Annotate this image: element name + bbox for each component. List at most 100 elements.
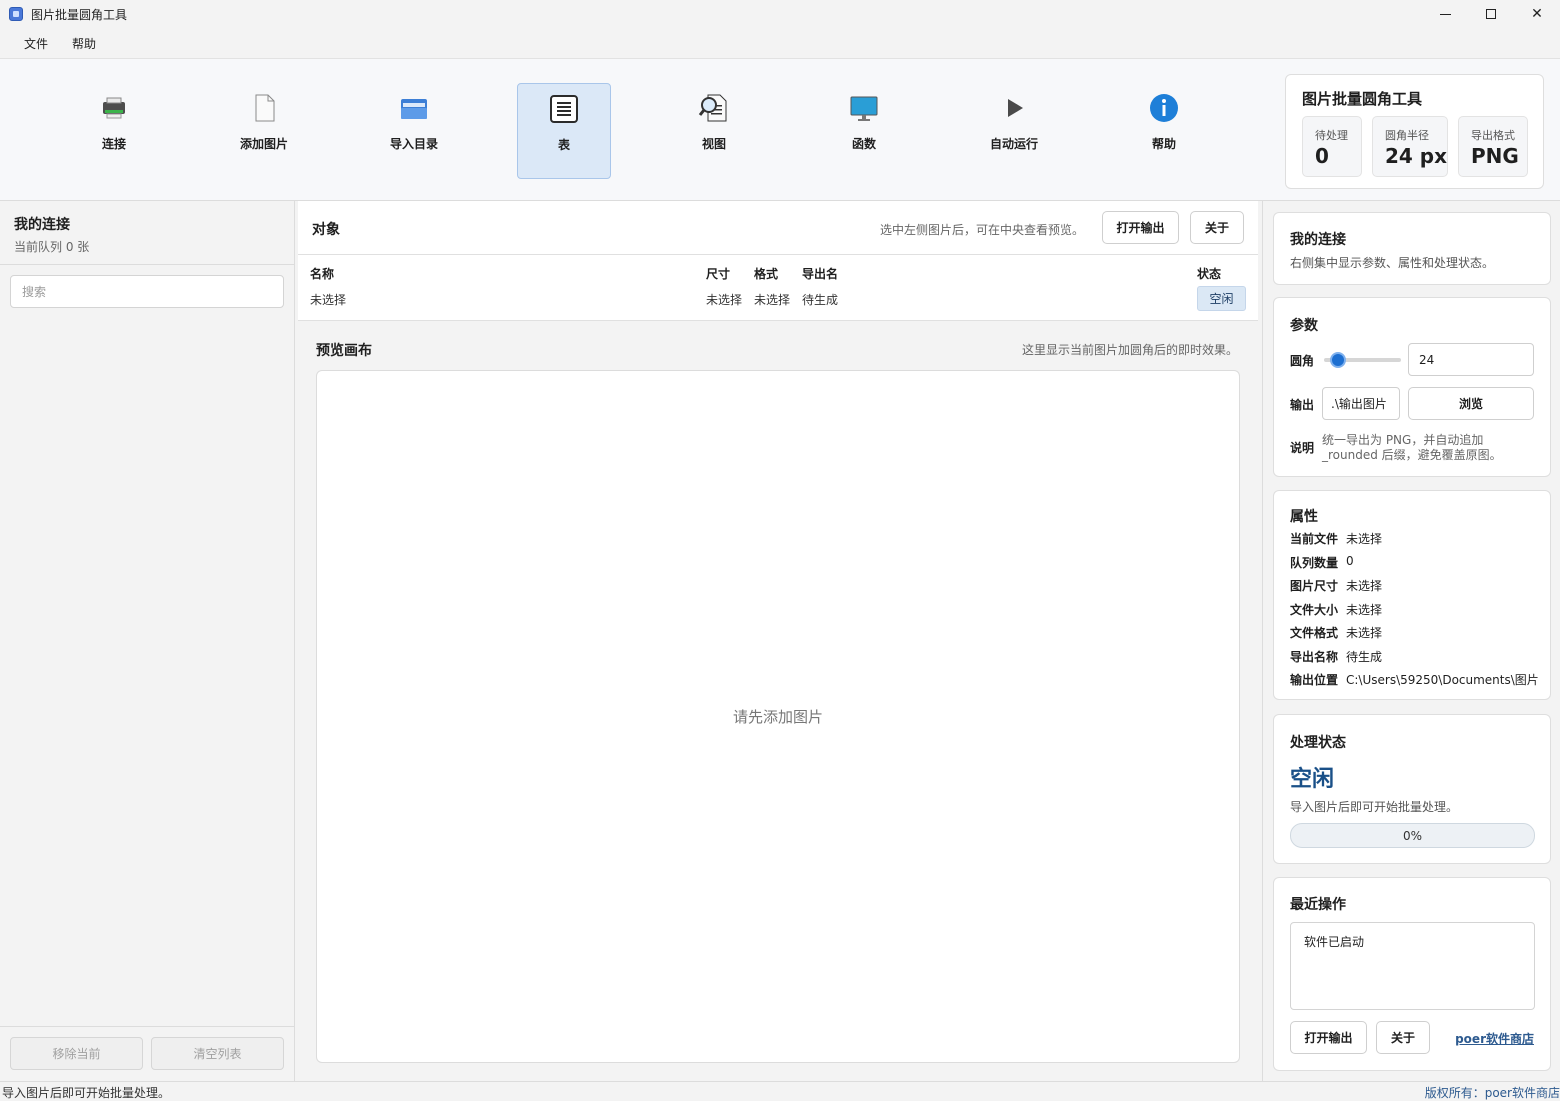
tool-label: 函数 [851,137,876,151]
browse-button[interactable]: 浏览 [1408,387,1534,420]
objects-table: 名称 尺寸 格式 导出名 状态 未选择 未选择 未选择 待生成 空闲 [298,255,1258,321]
menu-file[interactable]: 文件 [12,30,60,58]
tool-label: 自动运行 [989,137,1038,151]
tool-add-image[interactable]: 添加图片 [217,83,311,179]
preview-canvas[interactable]: 请先添加图片 [316,370,1240,1063]
empty-placeholder: 请先添加图片 [732,708,823,726]
column-header-size[interactable]: 尺寸 [706,265,730,282]
divider [0,264,295,265]
stat-label: 圆角半径 [1385,129,1429,142]
column-header-export-name[interactable]: 导出名 [802,265,838,282]
stat-radius: 圆角半径 24 px [1372,116,1448,177]
radius-slider[interactable] [1324,352,1401,368]
minimize-icon [1439,13,1451,15]
stat-value: 24 px [1385,144,1448,168]
column-header-format[interactable]: 格式 [754,265,778,282]
tool-table[interactable]: 表 [517,83,611,179]
window-controls: ✕ [1422,0,1560,28]
prop-key: 输出位置 [1290,673,1339,687]
prop-key: 导出名称 [1290,650,1339,664]
menu-help[interactable]: 帮助 [60,30,108,58]
store-link[interactable]: poer软件商店 [1455,1030,1534,1047]
open-output-button[interactable]: 打开输出 [1102,211,1179,244]
title-bar: 图片批量圆角工具 ✕ [0,0,1560,28]
remove-current-button[interactable]: 移除当前 [10,1037,143,1070]
clear-list-button[interactable]: 清空列表 [151,1037,284,1070]
output-path-input[interactable]: .\输出图片 [1322,387,1400,420]
prop-value: C:\Users\59250\Documents\图片 [1346,673,1539,687]
column-header-name[interactable]: 名称 [310,265,334,282]
tool-label: 导入目录 [389,137,438,151]
cell-name[interactable]: 未选择 [310,291,346,308]
printer-icon [98,92,130,124]
tool-label: 连接 [101,137,126,151]
activity-log[interactable]: 软件已启动 [1290,922,1535,1010]
prop-value: 未选择 [1346,603,1383,617]
process-state: 空闲 [1290,767,1335,792]
progress-text: 0% [1402,828,1423,843]
column-header-status[interactable]: 状态 [1197,265,1221,282]
tool-help[interactable]: 帮助 [1117,83,1211,179]
card-title: 处理状态 [1290,735,1346,751]
minimize-button[interactable] [1422,0,1468,28]
tool-auto-run[interactable]: 自动运行 [967,83,1061,179]
cell-format[interactable]: 未选择 [754,291,790,308]
connection-card: 我的连接 右侧集中显示参数、属性和处理状态。 [1273,212,1551,285]
output-label: 输出 [1290,398,1315,412]
divider [0,1026,295,1027]
status-description: 导入图片后即可开始批量处理。 [1290,800,1459,814]
card-title: 属性 [1290,509,1318,525]
prop-key: 文件格式 [1290,626,1339,640]
stat-label: 待处理 [1315,129,1348,142]
close-button[interactable]: ✕ [1514,0,1560,28]
stat-format: 导出格式 PNG [1458,116,1528,177]
folder-icon [398,92,430,124]
tool-view[interactable]: 视图 [667,83,761,179]
stat-label: 导出格式 [1471,129,1515,142]
menu-bar: 文件 帮助 [0,30,1560,58]
slider-thumb[interactable] [1330,352,1347,368]
card-subtitle: 右侧集中显示参数、属性和处理状态。 [1290,256,1495,270]
copyright-link[interactable]: 版权所有：poer软件商店 [1425,1084,1560,1101]
search-input[interactable] [10,275,284,308]
open-output-button[interactable]: 打开输出 [1290,1021,1367,1054]
summary-card: 图片批量圆角工具 待处理 0 圆角半径 24 px 导出格式 PNG [1285,74,1544,189]
properties-card: 属性 当前文件 未选择 队列数量 0 图片尺寸 未选择 文件大小 未选择 文件格… [1273,490,1551,700]
magnifier-document-icon [698,92,730,124]
card-title: 参数 [1290,318,1318,334]
summary-title: 图片批量圆角工具 [1302,90,1423,108]
status-badge: 空闲 [1197,286,1246,311]
left-panel: 我的连接 当前队列 0 张 移除当前 清空列表 [0,201,295,1081]
maximize-icon [1486,9,1496,19]
tool-label: 视图 [701,137,726,151]
maximize-button[interactable] [1468,0,1514,28]
tool-import-folder[interactable]: 导入目录 [367,83,461,179]
app-icon [9,7,23,21]
about-button[interactable]: 关于 [1376,1021,1430,1054]
progress-bar: 0% [1290,823,1535,848]
preview-title: 预览画布 [316,343,372,359]
info-icon [1148,92,1180,124]
note-label: 说明 [1290,441,1315,455]
about-button[interactable]: 关于 [1190,211,1244,244]
ribbon-toolbar: 连接 添加图片 导入目录 表 视图 函数 自动运行 帮助 图片批量圆角工具 待处… [0,58,1560,201]
tool-label: 添加图片 [239,137,288,151]
monitor-icon [848,92,880,124]
prop-key: 文件大小 [1290,603,1339,617]
radius-input[interactable]: 24 [1408,343,1534,376]
objects-hint: 选中左侧图片后，可在中央查看预览。 [879,223,1084,237]
table-icon [548,93,580,125]
right-panel: 我的连接 右侧集中显示参数、属性和处理状态。 参数 圆角 24 输出 .\输出图… [1262,201,1560,1081]
tool-connect[interactable]: 连接 [67,83,161,179]
status-message: 导入图片后即可开始批量处理。 [2,1086,171,1100]
cell-size[interactable]: 未选择 [706,291,742,308]
recent-actions-card: 最近操作 软件已启动 打开输出 关于 poer软件商店 [1273,877,1551,1071]
prop-key: 当前文件 [1290,532,1339,546]
cell-export-name[interactable]: 待生成 [802,291,838,308]
prop-value: 未选择 [1346,626,1383,640]
document-icon [248,92,280,124]
center-panel: 对象 选中左侧图片后，可在中央查看预览。 打开输出 关于 名称 尺寸 格式 导出… [298,201,1258,1081]
preview-hint: 这里显示当前图片加圆角后的即时效果。 [1021,343,1238,357]
note-text-line2: _rounded 后缀，避免覆盖原图。 [1322,448,1502,462]
tool-function[interactable]: 函数 [817,83,911,179]
